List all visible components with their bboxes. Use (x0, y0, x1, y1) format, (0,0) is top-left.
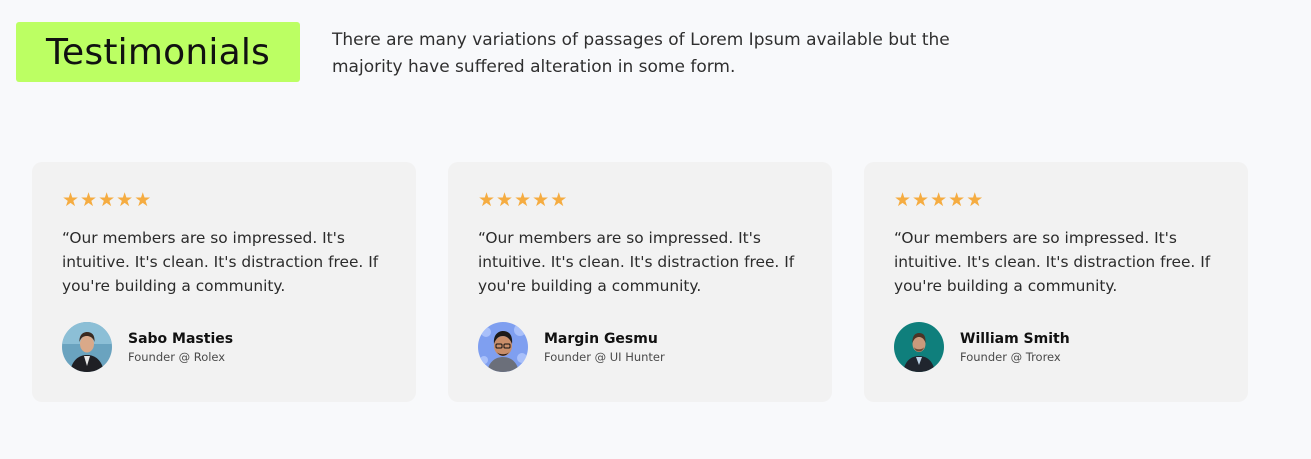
author-name: Sabo Masties (128, 330, 234, 347)
star-icon: ★ (912, 189, 930, 211)
testimonial-quote: “Our members are so impressed. It's intu… (62, 229, 379, 295)
author-name: William Smith (960, 330, 1070, 347)
page-title: Testimonials (45, 31, 271, 73)
testimonial-quote: “Our members are so impressed. It's intu… (478, 229, 795, 295)
testimonials-header: Testimonials There are many variations o… (16, 22, 1016, 102)
star-icon: ★ (550, 189, 568, 211)
star-icon: ★ (80, 189, 98, 211)
intro-text: There are many variations of passages of… (332, 30, 950, 77)
testimonial-author: Margin Gesmu Founder @ UI Hunter (478, 322, 665, 372)
testimonial-author: Sabo Masties Founder @ Rolex (62, 322, 233, 372)
author-role: Founder @ UI Hunter (544, 349, 665, 364)
testimonial-card: ★ ★ ★ ★ ★ “Our members are so impressed.… (864, 162, 1248, 402)
star-rating: ★ ★ ★ ★ ★ (478, 190, 567, 210)
star-icon: ★ (98, 189, 116, 211)
testimonial-card: ★ ★ ★ ★ ★ “Our members are so impressed.… (448, 162, 832, 402)
avatar (894, 322, 944, 372)
avatar (62, 322, 112, 372)
star-icon: ★ (478, 189, 496, 211)
title-badge: Testimonials (16, 22, 300, 82)
testimonial-author: William Smith Founder @ Trorex (894, 322, 1070, 372)
star-icon: ★ (894, 189, 912, 211)
person-portrait-icon (62, 322, 112, 372)
author-role: Founder @ Trorex (960, 349, 1061, 364)
star-icon: ★ (134, 189, 152, 211)
author-name: Margin Gesmu (544, 330, 658, 347)
star-icon: ★ (930, 189, 948, 211)
star-rating: ★ ★ ★ ★ ★ (894, 190, 983, 210)
person-portrait-icon (478, 322, 528, 372)
star-icon: ★ (116, 189, 134, 211)
star-icon: ★ (62, 189, 80, 211)
avatar (478, 322, 528, 372)
star-rating: ★ ★ ★ ★ ★ (62, 190, 151, 210)
testimonial-quote: “Our members are so impressed. It's intu… (894, 229, 1211, 295)
star-icon: ★ (948, 189, 966, 211)
author-role: Founder @ Rolex (128, 349, 226, 364)
testimonial-cards: ★ ★ ★ ★ ★ “Our members are so impressed.… (32, 162, 1248, 402)
star-icon: ★ (532, 189, 550, 211)
star-icon: ★ (514, 189, 532, 211)
star-icon: ★ (496, 189, 514, 211)
testimonial-card: ★ ★ ★ ★ ★ “Our members are so impressed.… (32, 162, 416, 402)
person-portrait-icon (894, 322, 944, 372)
star-icon: ★ (966, 189, 984, 211)
